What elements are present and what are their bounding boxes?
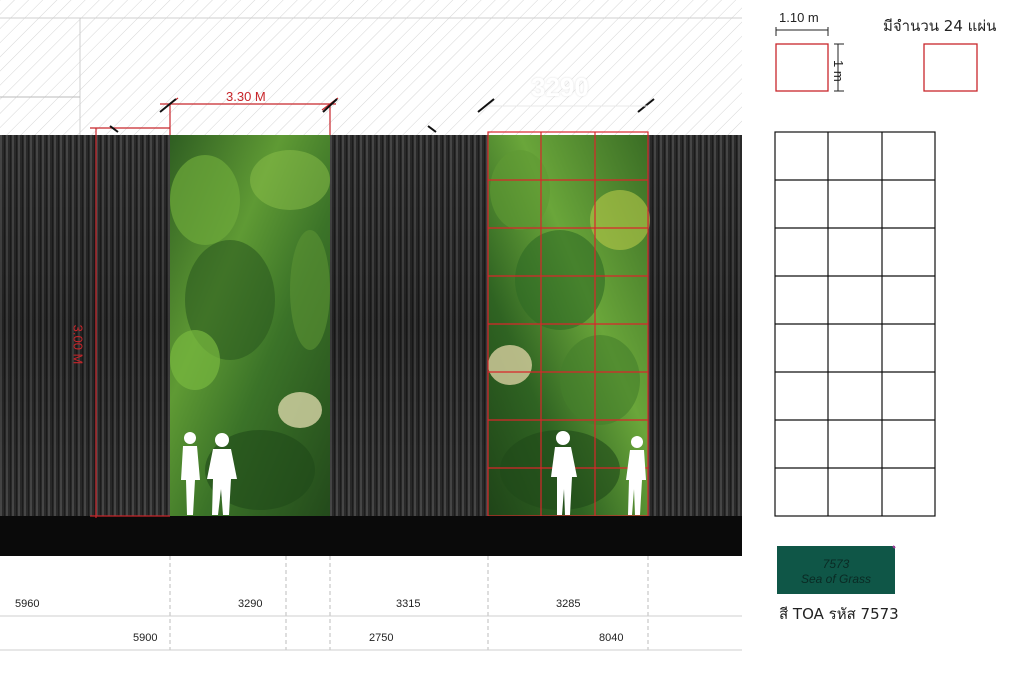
ghost-dimension-label: 3290 (531, 72, 589, 102)
dimension-value: 5900 (133, 632, 158, 644)
floor-band (0, 516, 742, 556)
dimension-value: 2750 (369, 632, 394, 644)
dimension-value: 5960 (15, 598, 40, 610)
ceiling-hatch (0, 0, 742, 135)
wall-height-label: 3.00 M (70, 324, 86, 365)
color-name: Sea of Grass (800, 572, 872, 586)
dimension-value: 3290 (238, 598, 263, 610)
panel-layout-grid (774, 131, 936, 517)
color-caption: สี TOA รหัส 7573 (779, 605, 899, 623)
panel-height-label: 1 m (831, 60, 846, 82)
panel-width-label: 1.10 m (779, 10, 819, 25)
dimension-value: 3285 (556, 598, 581, 610)
panel-sample (775, 43, 978, 92)
wall-width-label: 3.30 M (226, 89, 266, 104)
dimension-value: 3315 (396, 598, 421, 610)
color-code: 7573 (822, 557, 850, 571)
panel-count-label: มีจำนวน 24 แผ่น (883, 17, 997, 35)
dimension-value: 8040 (599, 632, 624, 644)
